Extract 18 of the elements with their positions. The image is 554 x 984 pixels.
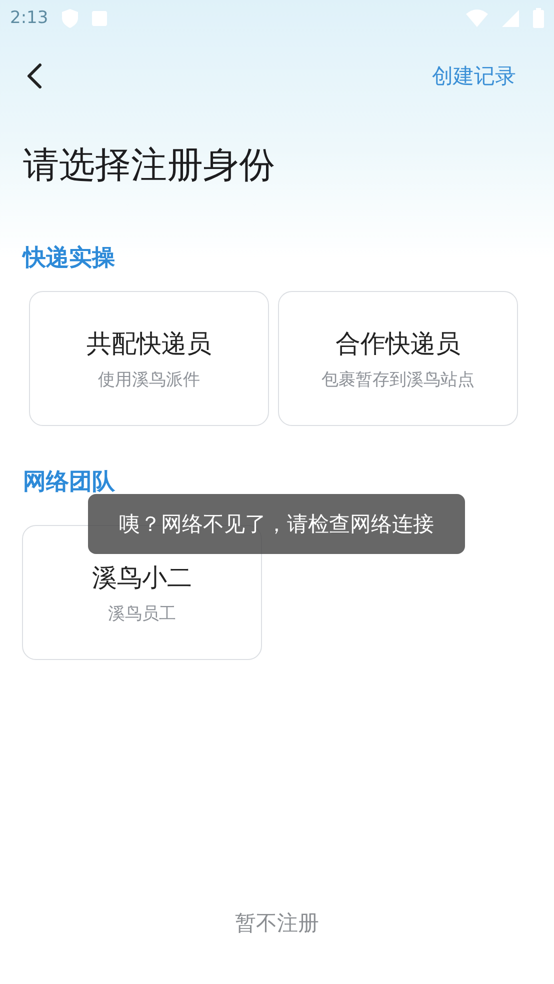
role-card[interactable]: 合作快递员 包裹暂存到溪鸟站点 [278, 291, 518, 426]
card-subtitle: 包裹暂存到溪鸟站点 [322, 368, 474, 390]
shield-icon [62, 8, 78, 28]
network-error-toast: 咦？网络不见了，请检查网络连接 [88, 494, 465, 554]
battery-icon [533, 8, 544, 28]
status-time: 2:13 [10, 8, 48, 28]
card-title: 合作快递员 [336, 328, 460, 360]
section-heading: 网络团队 [23, 468, 116, 497]
signal-icon [502, 10, 519, 26]
section-heading: 快递实操 [23, 244, 116, 273]
card-title: 溪鸟小二 [92, 562, 192, 594]
notification-icon [92, 10, 108, 26]
page-title: 请选择注册身份 [23, 144, 276, 188]
wifi-icon [466, 9, 488, 27]
card-title: 共配快递员 [86, 328, 212, 360]
card-subtitle: 使用溪鸟派件 [98, 368, 200, 390]
card-subtitle: 溪鸟员工 [108, 602, 176, 624]
role-card[interactable]: 共配快递员 使用溪鸟派件 [29, 291, 269, 426]
